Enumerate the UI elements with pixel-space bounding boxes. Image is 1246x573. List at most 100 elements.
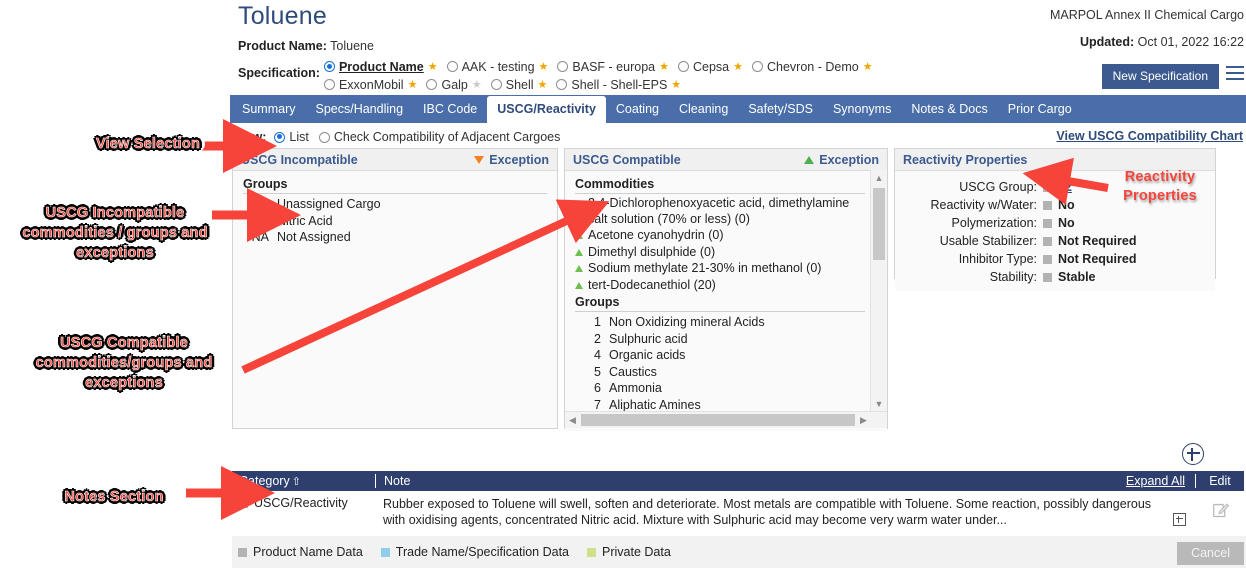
plus-circle-icon[interactable]	[1182, 443, 1204, 465]
notes-column-note: Note	[375, 474, 1126, 488]
product-name-data-swatch-icon	[1043, 273, 1052, 282]
view-option-list[interactable]: List	[274, 130, 308, 144]
favorite-star-icon[interactable]: ★	[863, 60, 873, 73]
group-code: 3	[243, 213, 277, 230]
specification-option-label: Product Name	[339, 60, 424, 74]
tab-prior-cargo[interactable]: Prior Cargo	[998, 96, 1082, 123]
specification-option-label: AAK - testing	[462, 60, 535, 74]
scroll-up-arrow-icon[interactable]: ▲	[871, 170, 887, 185]
view-uscg-compatibility-chart-link[interactable]: View USCG Compatibility Chart	[1056, 129, 1243, 143]
favorite-star-icon[interactable]: ★	[539, 60, 549, 73]
incompatible-groups-title: Groups	[243, 177, 547, 194]
commodity-row: 2,4-Dichlorophenoxyacetic acid, dimethyl…	[575, 196, 865, 227]
radio-icon[interactable]	[426, 79, 437, 90]
tab-summary[interactable]: Summary	[232, 96, 305, 123]
uscg-compatible-panel-header: USCG Compatible Exception	[565, 149, 887, 171]
compatible-horizontal-scrollbar[interactable]: ◀ ▶	[565, 411, 887, 428]
hamburger-menu-icon[interactable]	[1226, 66, 1244, 84]
triangle-up-green-icon	[575, 232, 583, 239]
product-name-data-swatch-icon	[1043, 219, 1052, 228]
group-code: 0	[243, 196, 277, 213]
group-code: 6	[575, 380, 609, 397]
specification-option-basf-europa[interactable]: BASF - europa★	[557, 58, 669, 75]
radio-icon[interactable]	[556, 79, 567, 90]
updated-value: Oct 01, 2022 16:22	[1138, 35, 1244, 49]
favorite-star-icon[interactable]: ★	[538, 78, 548, 91]
expand-all-link[interactable]: Expand All	[1126, 474, 1195, 488]
new-specification-button[interactable]: New Specification	[1102, 64, 1219, 89]
edit-pencil-icon[interactable]	[1212, 502, 1229, 519]
favorite-star-icon[interactable]: ★	[472, 78, 482, 91]
commodity-name: Acetone cyanohydrin (0)	[588, 228, 724, 244]
group-row: 6Ammonia	[575, 380, 865, 397]
tab-specs-handling[interactable]: Specs/Handling	[305, 96, 413, 123]
tab-cleaning[interactable]: Cleaning	[669, 96, 738, 123]
product-name-data-swatch-icon	[1043, 237, 1052, 246]
specification-option-shell[interactable]: Shell★	[491, 76, 548, 93]
favorite-star-icon[interactable]: ★	[733, 60, 743, 73]
notes-section: Category ⇧ Note Expand All Edit USCG/Rea…	[232, 471, 1244, 539]
view-option-list-label: List	[289, 130, 308, 144]
uscg-incompatible-title: USCG Incompatible	[241, 153, 358, 167]
triangle-down-orange-icon	[474, 156, 484, 164]
radio-icon[interactable]	[324, 61, 335, 72]
radio-icon[interactable]	[491, 79, 502, 90]
horizontal-scroll-thumb[interactable]	[581, 414, 855, 426]
reactivity-value[interactable]: 32	[1058, 179, 1072, 196]
uscg-compatible-exception[interactable]: Exception	[804, 153, 879, 167]
favorite-star-icon[interactable]: ★	[428, 60, 438, 73]
reactivity-row: Inhibitor Type:Not Required	[905, 251, 1205, 268]
compatible-vertical-scrollbar[interactable]: ▲ ▼	[870, 170, 887, 411]
page-header: Toluene MARPOL Annex II Chemical Cargo U…	[230, 0, 1246, 95]
expand-plus-icon[interactable]	[1173, 513, 1186, 526]
radio-icon[interactable]	[324, 79, 335, 90]
uscg-incompatible-exception[interactable]: Exception	[474, 153, 549, 167]
trade-name-data-swatch-icon	[381, 548, 390, 557]
specification-option-aak-testing[interactable]: AAK - testing ★	[447, 58, 549, 75]
scroll-down-arrow-icon[interactable]: ▼	[871, 396, 887, 411]
radio-check-compatibility-icon[interactable]	[319, 132, 330, 143]
radio-icon[interactable]	[557, 61, 568, 72]
specification-option-galp[interactable]: Galp ★	[426, 76, 481, 93]
radio-list-icon[interactable]	[274, 132, 285, 143]
uscg-incompatible-body: Groups 0Unassigned Cargo3Nitric AcidNANo…	[233, 171, 557, 250]
radio-icon[interactable]	[752, 61, 763, 72]
sort-ascending-icon[interactable]: ⇧	[292, 475, 301, 488]
tab-safety-sds[interactable]: Safety/SDS	[738, 96, 823, 123]
favorite-star-icon[interactable]: ★	[671, 78, 681, 91]
reactivity-value: No	[1058, 197, 1075, 214]
reactivity-label: Inhibitor Type:	[905, 251, 1043, 268]
tab-coating[interactable]: Coating	[606, 96, 669, 123]
specification-option-shell-shell-eps[interactable]: Shell - Shell-EPS★	[556, 76, 681, 93]
tab-ibc-code[interactable]: IBC Code	[413, 96, 487, 123]
specification-option-exxonmobil[interactable]: ExxonMobil★	[324, 76, 418, 93]
note-category-cell: USCG/Reactivity	[232, 496, 375, 530]
view-option-check-compatibility[interactable]: Check Compatibility of Adjacent Cargoes	[319, 130, 561, 144]
specification-option-label: Galp	[441, 78, 467, 92]
tab-notes-docs[interactable]: Notes & Docs	[901, 96, 997, 123]
cancel-button[interactable]: Cancel	[1177, 542, 1244, 565]
specification-option-product-name[interactable]: Product Name ★	[324, 58, 438, 75]
notes-column-category[interactable]: Category ⇧	[232, 474, 375, 488]
reactivity-row: Stability:Stable	[905, 269, 1205, 286]
group-name: Sulphuric acid	[609, 331, 688, 348]
updated-timestamp: Updated: Oct 01, 2022 16:22	[1080, 35, 1244, 49]
scroll-left-arrow-icon[interactable]: ◀	[565, 415, 580, 426]
legend-trade-name-data-label: Trade Name/Specification Data	[396, 545, 569, 559]
group-code: 2	[575, 331, 609, 348]
tab-synonyms[interactable]: Synonyms	[823, 96, 901, 123]
radio-icon[interactable]	[678, 61, 689, 72]
scroll-right-arrow-icon[interactable]: ▶	[856, 415, 871, 426]
radio-icon[interactable]	[447, 61, 458, 72]
specification-option-chevron-demo[interactable]: Chevron - Demo★	[752, 58, 873, 75]
product-name-data-swatch-icon	[1043, 255, 1052, 264]
notes-edit-button[interactable]: Edit	[1195, 474, 1244, 488]
group-name: Not Assigned	[277, 229, 351, 246]
legend-private-data-label: Private Data	[602, 545, 671, 559]
vertical-scroll-thumb[interactable]	[873, 188, 885, 260]
favorite-star-icon[interactable]: ★	[408, 78, 418, 91]
specification-option-cepsa[interactable]: Cepsa★	[678, 58, 743, 75]
favorite-star-icon[interactable]: ★	[659, 60, 669, 73]
application-root: Toluene MARPOL Annex II Chemical Cargo U…	[230, 0, 1246, 573]
tab-uscg-reactivity[interactable]: USCG/Reactivity	[487, 96, 606, 123]
